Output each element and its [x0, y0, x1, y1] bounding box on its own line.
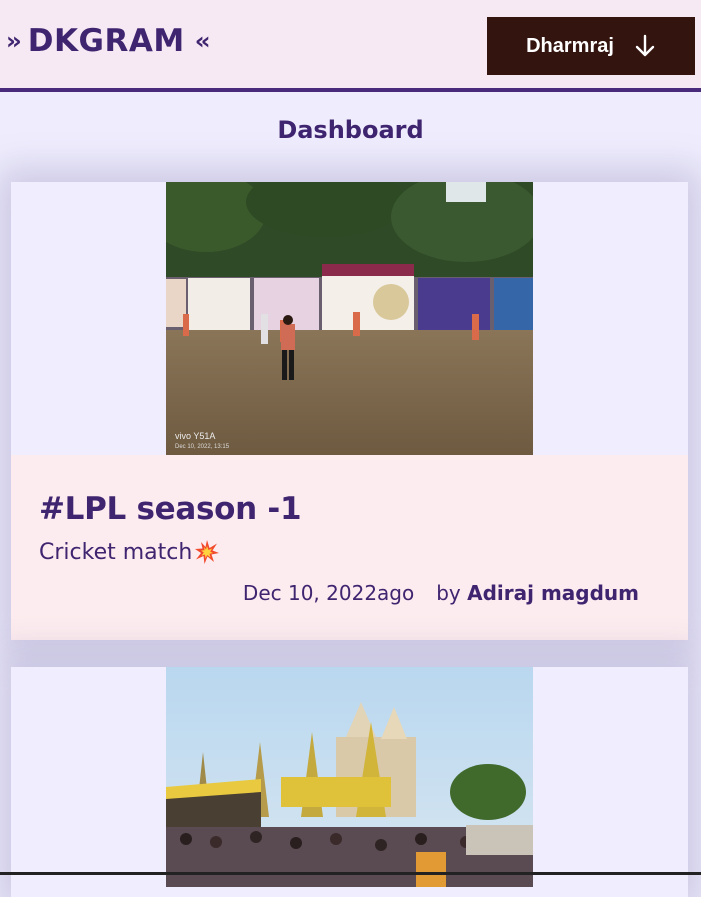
post-byline: by Adiraj magdum — [436, 581, 639, 605]
app-logo[interactable]: ›› DKGRAM ‹‹ — [6, 18, 211, 64]
post-meta: Dec 10, 2022ago by Adiraj magdum — [243, 581, 639, 605]
collision-emoji-icon — [195, 540, 220, 564]
post-photo[interactable] — [166, 667, 533, 887]
post-photo[interactable]: vivo Y51A Dec 10, 2022, 13:15 — [166, 182, 533, 455]
top-navbar: ›› DKGRAM ‹‹ Dharmraj — [0, 0, 701, 92]
post-description-text: Cricket match — [39, 539, 193, 565]
user-menu-button[interactable]: Dharmraj — [487, 17, 695, 75]
post-card[interactable]: vivo Y51A Dec 10, 2022, 13:15 #LPL seaso… — [11, 182, 688, 640]
post-title[interactable]: #LPL season -1 — [39, 491, 302, 527]
cricket-ground-photo: vivo Y51A Dec 10, 2022, 13:15 — [166, 182, 533, 455]
post-author[interactable]: Adiraj magdum — [467, 581, 639, 605]
post-card-body: #LPL season -1 Cricket match Dec 10, 202… — [11, 455, 688, 640]
post-card[interactable] — [11, 667, 688, 897]
post-by-label: by — [436, 581, 461, 605]
page-title: Dashboard — [277, 116, 424, 144]
logo-text: DKGRAM — [27, 23, 185, 59]
post-date: Dec 10, 2022ago — [242, 581, 415, 605]
photo-watermark-brand: vivo Y51A — [175, 431, 215, 441]
logo-chevron-right: ‹‹ — [194, 27, 211, 55]
photo-watermark-date: Dec 10, 2022, 13:15 — [175, 444, 230, 450]
logo-chevron-left: ›› — [6, 27, 22, 55]
post-description: Cricket match — [39, 539, 220, 565]
temple-festival-photo — [166, 667, 533, 887]
user-menu-label: Dharmraj — [526, 34, 614, 57]
arrow-down-icon — [635, 34, 655, 57]
